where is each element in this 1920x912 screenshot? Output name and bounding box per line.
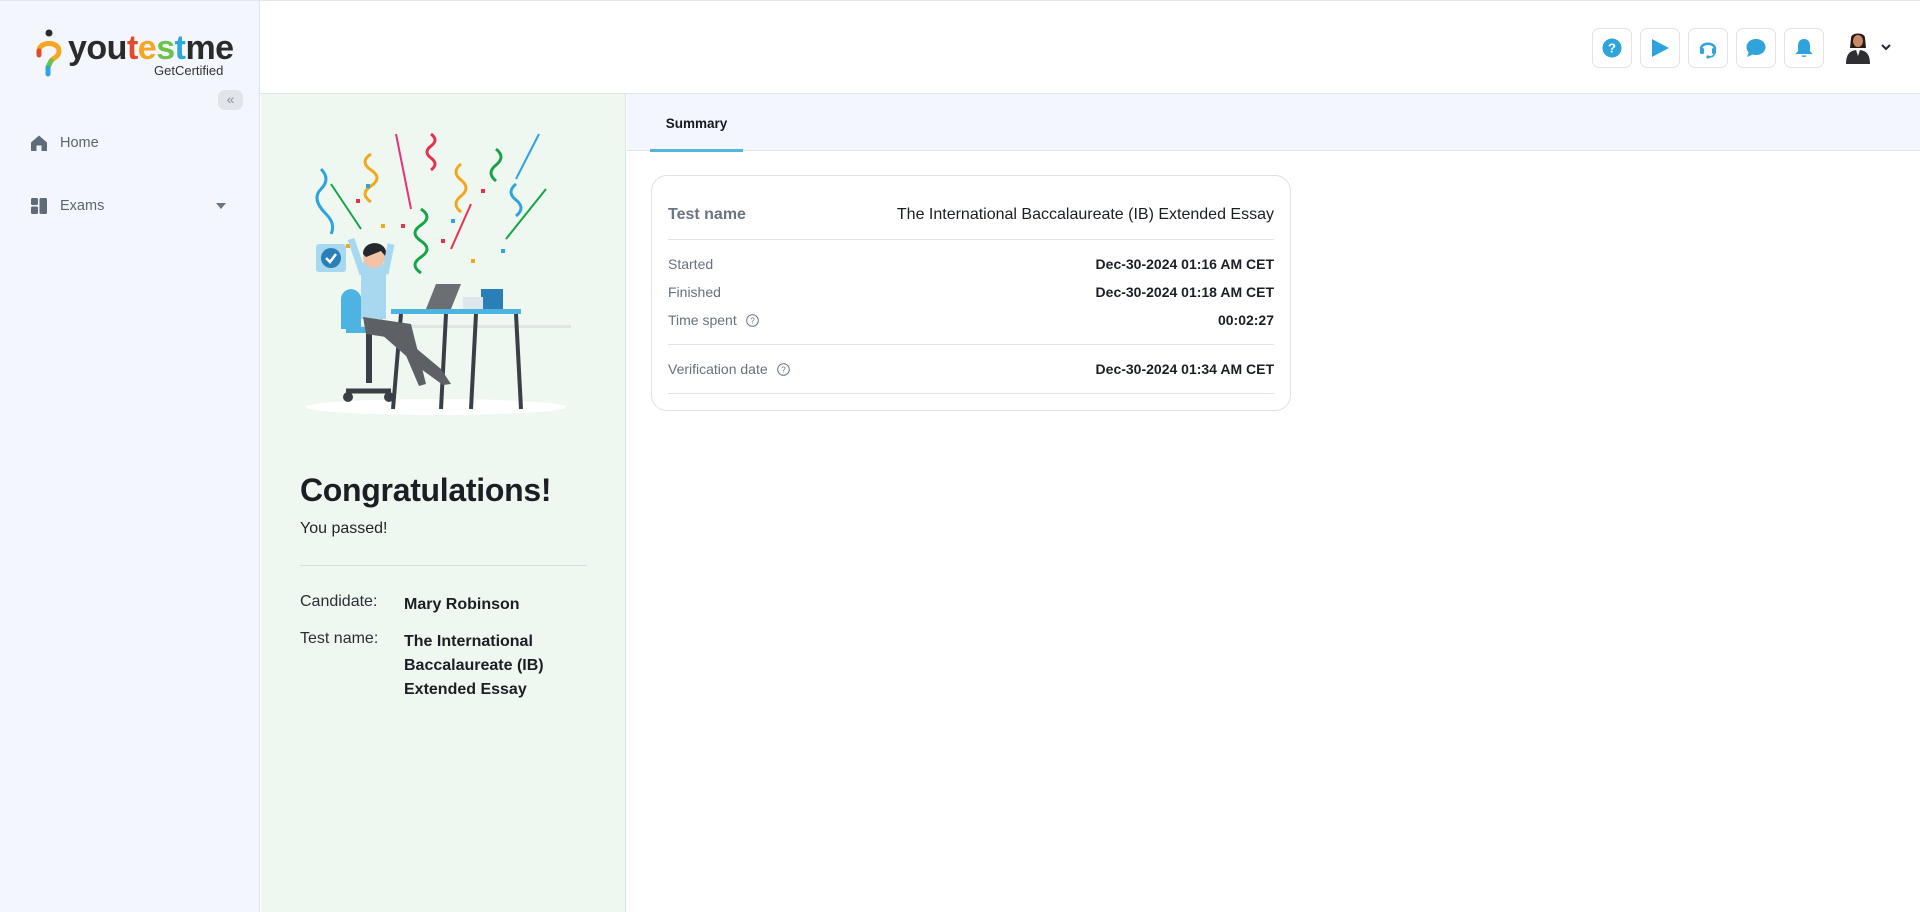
result-panel: Congratulations! You passed! Candidate: … (261, 94, 626, 912)
sidebar: youtestme GetCertified « Home Exams (0, 0, 260, 912)
help-button[interactable]: ? (1592, 28, 1632, 68)
chat-bubble-icon (1746, 39, 1766, 57)
candidate-row: Candidate: Mary Robinson (300, 593, 554, 617)
user-avatar[interactable] (1844, 32, 1872, 64)
home-icon (31, 135, 47, 151)
tab-label: Summary (665, 116, 728, 131)
user-photo-icon (1846, 33, 1870, 64)
chevron-down-icon (216, 203, 226, 209)
tab-summary[interactable]: Summary (650, 94, 743, 152)
verification-date-row: Verification date ? Dec-30-2024 01:34 AM… (668, 361, 1274, 377)
main-content: Summary Test name The International Bacc… (627, 94, 1920, 912)
divider (668, 239, 1274, 240)
finished-row: Finished Dec-30-2024 01:18 AM CET (668, 284, 1274, 300)
test-name-label: Test name: (300, 630, 379, 647)
chat-button[interactable] (1736, 28, 1776, 68)
sidebar-item-label: Exams (60, 198, 105, 214)
play-icon (1652, 39, 1669, 57)
started-row: Started Dec-30-2024 01:16 AM CET (668, 256, 1274, 272)
dashboard-icon (31, 198, 47, 214)
test-name-value: The International Baccalaureate (IB) Ext… (404, 633, 544, 698)
logo-mark-icon (36, 29, 62, 77)
divider (668, 344, 1274, 345)
chevron-down-icon[interactable] (1880, 42, 1892, 52)
summary-test-name-label: Test name (668, 206, 746, 223)
notifications-button[interactable] (1784, 28, 1824, 68)
finished-value: Dec-30-2024 01:18 AM CET (1095, 284, 1274, 300)
youtestme-logo[interactable]: youtestme GetCertified (34, 27, 234, 79)
passed-message: You passed! (300, 520, 388, 537)
help-circle-icon[interactable]: ? (776, 362, 790, 376)
top-bar: ? (260, 0, 1920, 94)
tab-bar: Summary (627, 94, 1920, 152)
question-circle-icon: ? (1602, 38, 1622, 58)
logo-tagline: GetCertified (154, 63, 224, 78)
divider (300, 565, 587, 566)
svg-text:?: ? (750, 316, 755, 325)
svg-text:?: ? (1608, 41, 1616, 56)
finished-label: Finished (668, 284, 721, 300)
verification-date-label: Verification date (668, 361, 768, 377)
divider (668, 393, 1274, 394)
help-circle-icon[interactable]: ? (745, 313, 759, 327)
logo-wordmark: youtestme (68, 29, 234, 67)
candidate-label: Candidate: (300, 593, 378, 610)
headset-icon (1699, 42, 1717, 59)
sidebar-item-exams[interactable]: Exams (30, 194, 230, 218)
congratulations-heading: Congratulations! (300, 472, 552, 508)
play-button[interactable] (1640, 28, 1680, 68)
svg-text:?: ? (781, 365, 786, 374)
summary-card: Test name The International Baccalaureat… (651, 175, 1291, 411)
summary-test-name-row: Test name The International Baccalaureat… (668, 206, 1274, 224)
sidebar-item-label: Home (60, 135, 99, 151)
bell-icon (1795, 39, 1813, 57)
sidebar-item-home[interactable]: Home (30, 131, 230, 155)
started-label: Started (668, 256, 714, 272)
candidate-value: Mary Robinson (404, 596, 520, 613)
test-name-row: Test name: The International Baccalaurea… (300, 630, 554, 702)
summary-test-name-value: The International Baccalaureate (IB) Ext… (896, 206, 1274, 223)
time-spent-row: Time spent ? 00:02:27 (668, 312, 1274, 328)
collapse-sidebar-button[interactable]: « (218, 90, 243, 110)
time-spent-value: 00:02:27 (1217, 312, 1274, 328)
verification-date-value: Dec-30-2024 01:34 AM CET (1095, 361, 1274, 377)
celebration-illustration (306, 132, 571, 415)
active-tab-indicator (650, 149, 743, 152)
support-button[interactable] (1688, 28, 1728, 68)
time-spent-label-group: Time spent ? (668, 312, 759, 328)
verification-label-group: Verification date ? (668, 361, 790, 377)
started-value: Dec-30-2024 01:16 AM CET (1095, 256, 1274, 272)
time-spent-label: Time spent (668, 312, 737, 328)
